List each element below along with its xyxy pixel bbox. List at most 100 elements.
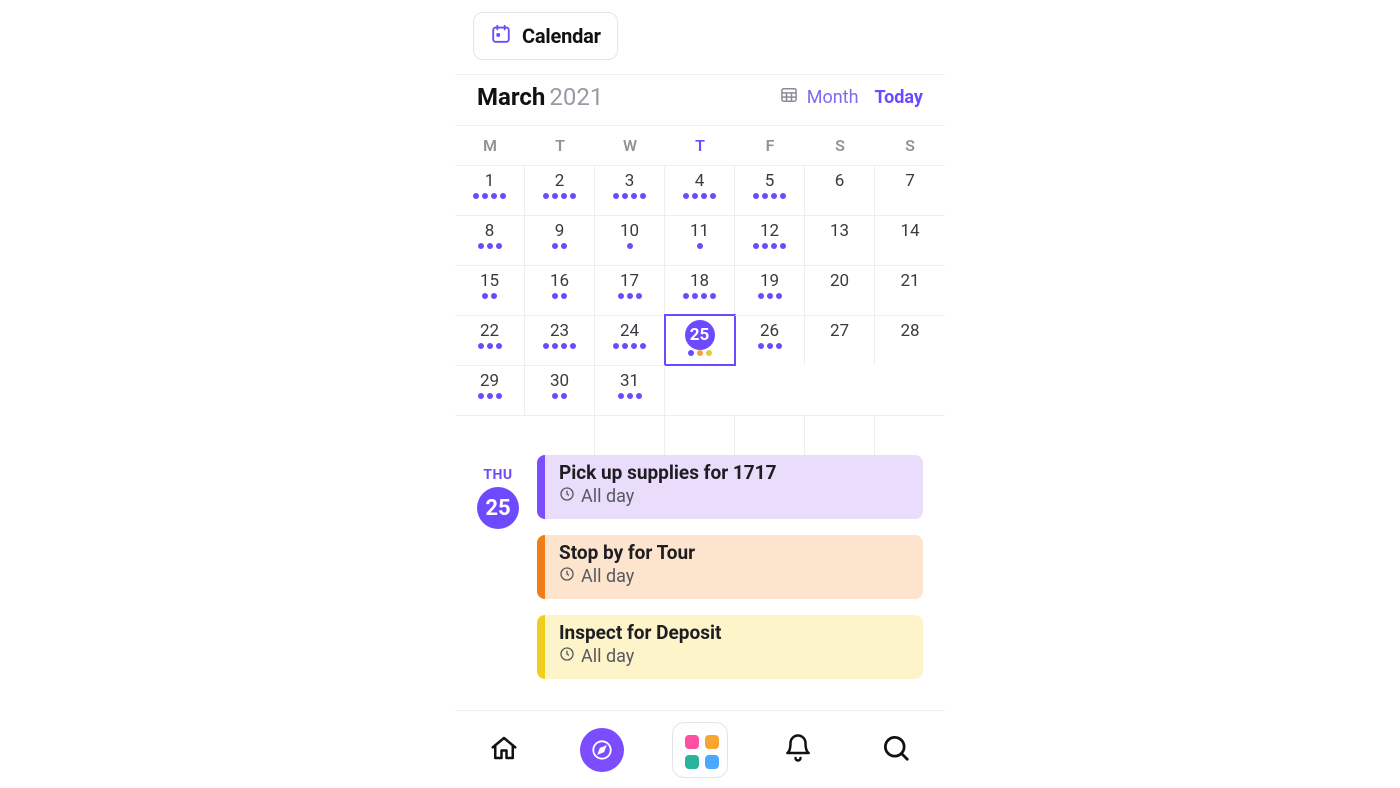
event-dots — [618, 293, 642, 299]
date-cell[interactable]: 24 — [595, 315, 665, 365]
search-icon — [881, 733, 911, 767]
date-cell[interactable]: 7 — [875, 165, 945, 215]
date-cell[interactable]: 21 — [875, 265, 945, 315]
date-number: 4 — [695, 171, 705, 191]
date-number: 14 — [900, 221, 919, 241]
date-number: 20 — [830, 271, 849, 291]
selected-day-num: 25 — [477, 487, 519, 529]
date-cell[interactable]: 13 — [805, 215, 875, 265]
date-cell[interactable]: 29 — [455, 365, 525, 415]
date-number: 10 — [620, 221, 639, 241]
date-number: 9 — [555, 221, 565, 241]
date-number: 24 — [620, 321, 639, 341]
today-button[interactable]: Today — [875, 87, 924, 108]
date-cell[interactable]: 12 — [735, 215, 805, 265]
year: 2021 — [549, 83, 603, 111]
date-cell[interactable]: 16 — [525, 265, 595, 315]
dates-grid: 1234567891011121314151617181920212223242… — [455, 165, 945, 415]
event-dots — [753, 243, 786, 249]
weekday-label: M — [455, 136, 525, 155]
event-time: All day — [581, 566, 634, 587]
event-dots — [758, 293, 782, 299]
clock-icon — [559, 486, 575, 507]
nav-explore[interactable] — [578, 726, 626, 774]
date-cell[interactable]: 10 — [595, 215, 665, 265]
date-number: 7 — [905, 171, 915, 191]
event-time: All day — [581, 486, 634, 507]
event-dots — [552, 393, 567, 399]
event-meta: All day — [559, 486, 909, 507]
date-cell[interactable]: 26 — [735, 315, 805, 365]
date-cell[interactable]: 9 — [525, 215, 595, 265]
date-number: 31 — [620, 371, 639, 391]
weekday-label: S — [805, 136, 875, 155]
view-mode-button[interactable]: Month — [779, 85, 859, 110]
date-number: 30 — [550, 371, 569, 391]
view-controls: Month Today — [779, 85, 923, 110]
event-card[interactable]: Inspect for DepositAll day — [537, 615, 923, 679]
date-number: 11 — [690, 221, 709, 241]
date-cell[interactable]: 28 — [875, 315, 945, 365]
date-number: 19 — [760, 271, 779, 291]
date-cell[interactable]: 27 — [805, 315, 875, 365]
events-section: THU 25 Pick up supplies for 1717All dayS… — [455, 455, 945, 679]
date-cell[interactable]: 18 — [665, 265, 735, 315]
calendar-button[interactable]: Calendar — [473, 12, 618, 60]
date-cell[interactable]: 3 — [595, 165, 665, 215]
date-cell[interactable]: 4 — [665, 165, 735, 215]
date-cell[interactable]: 31 — [595, 365, 665, 415]
apps-icon — [672, 722, 728, 778]
date-cell[interactable]: 6 — [805, 165, 875, 215]
date-cell[interactable]: 14 — [875, 215, 945, 265]
date-cell[interactable]: 15 — [455, 265, 525, 315]
date-number: 1 — [485, 171, 495, 191]
event-card[interactable]: Stop by for TourAll day — [537, 535, 923, 599]
date-cell[interactable]: 22 — [455, 315, 525, 365]
clock-icon — [559, 646, 575, 667]
date-number: 5 — [765, 171, 775, 191]
event-meta: All day — [559, 566, 909, 587]
event-dots — [683, 293, 716, 299]
date-number: 27 — [830, 321, 849, 341]
event-dots — [697, 243, 703, 249]
date-cell[interactable]: 5 — [735, 165, 805, 215]
date-cell[interactable]: 11 — [665, 215, 735, 265]
date-number: 6 — [835, 171, 845, 191]
date-number: 16 — [550, 271, 569, 291]
date-cell[interactable]: 19 — [735, 265, 805, 315]
date-cell[interactable]: 1 — [455, 165, 525, 215]
month-title: March2021 — [477, 83, 603, 111]
date-cell[interactable]: 25 — [665, 315, 735, 365]
event-dots — [613, 193, 646, 199]
date-cell[interactable]: 30 — [525, 365, 595, 415]
date-number: 15 — [480, 271, 499, 291]
nav-apps[interactable] — [676, 726, 724, 774]
month-name: March — [477, 83, 545, 111]
event-dots — [478, 393, 502, 399]
nav-notifications[interactable] — [774, 726, 822, 774]
event-dots — [478, 343, 502, 349]
event-time: All day — [581, 646, 634, 667]
calendar-app-screen: Calendar March2021 Month Today MTWTFSS 1… — [455, 0, 945, 788]
weekday-label: T — [525, 136, 595, 155]
event-dots — [482, 293, 497, 299]
event-dots — [618, 393, 642, 399]
date-cell[interactable]: 23 — [525, 315, 595, 365]
weekday-label: S — [875, 136, 945, 155]
date-cell[interactable]: 2 — [525, 165, 595, 215]
event-title: Stop by for Tour — [559, 541, 909, 564]
event-body: Inspect for DepositAll day — [545, 615, 923, 679]
nav-search[interactable] — [872, 726, 920, 774]
nav-home[interactable] — [480, 726, 528, 774]
calendar-icon — [490, 23, 512, 49]
event-card[interactable]: Pick up supplies for 1717All day — [537, 455, 923, 519]
date-cell[interactable]: 20 — [805, 265, 875, 315]
date-cell[interactable]: 8 — [455, 215, 525, 265]
event-dots — [552, 243, 567, 249]
bell-icon — [783, 733, 813, 767]
date-number: 2 — [555, 171, 565, 191]
calendar-button-label: Calendar — [522, 24, 601, 48]
date-cell[interactable]: 17 — [595, 265, 665, 315]
date-number: 23 — [550, 321, 569, 341]
date-number: 25 — [685, 320, 715, 350]
